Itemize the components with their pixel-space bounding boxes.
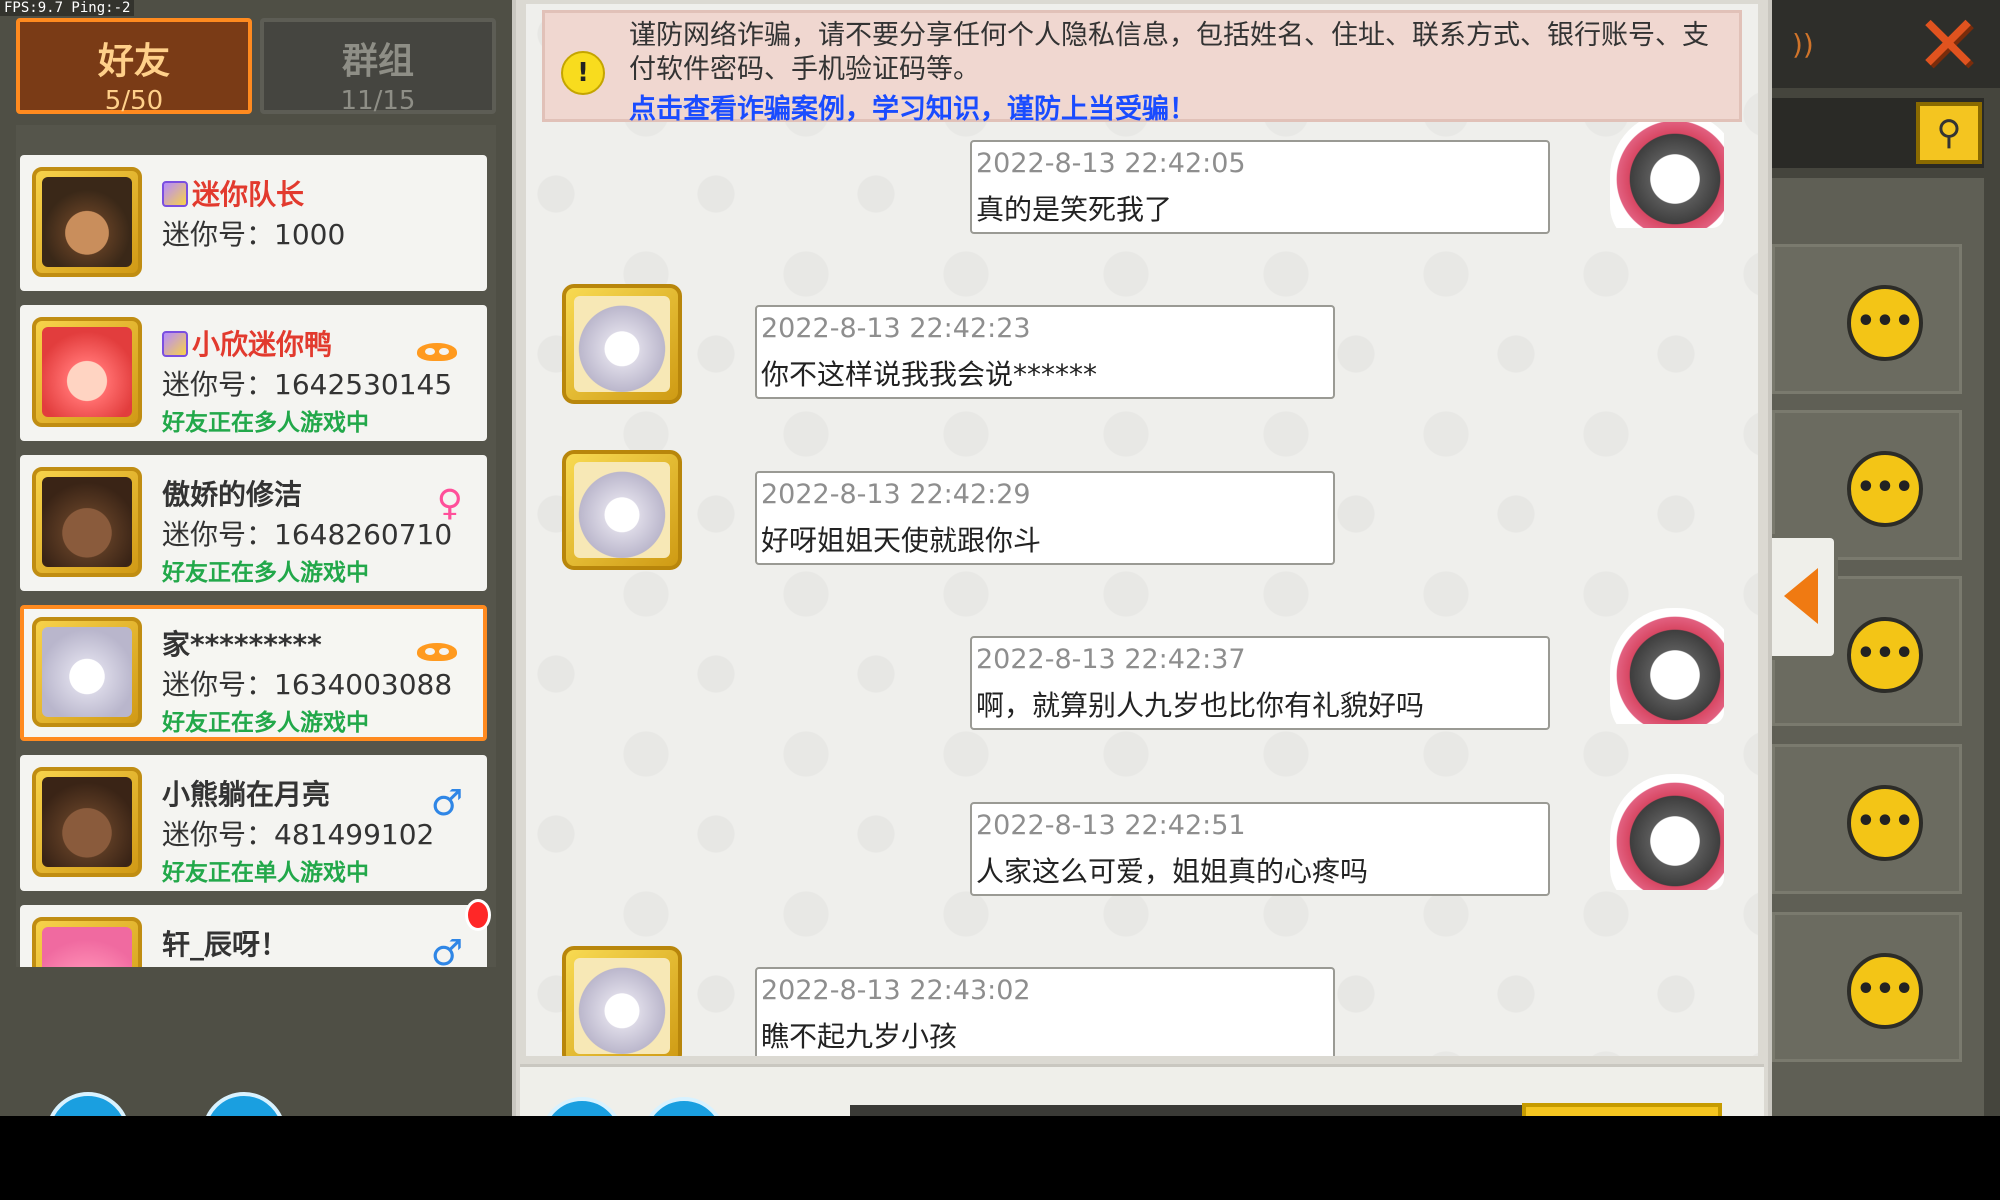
friend-id: 迷你号：1000 — [162, 218, 346, 251]
friend-status: 好友正在多人游戏中 — [162, 560, 369, 586]
close-icon[interactable]: ✕ — [1908, 6, 1988, 86]
message-text: 好呀姐姐天使就跟你斗 — [761, 524, 1042, 557]
emoji-button[interactable] — [540, 1097, 624, 1116]
fraud-warning-banner: ! 谨防网络诈骗，请不要分享任何个人隐私信息，包括姓名、住址、联系方式、银行账号… — [542, 10, 1742, 125]
soldier-avatar[interactable] — [32, 167, 142, 277]
tab-bar: 好友 5/50 群组 11/15 — [16, 18, 496, 118]
message-text: 真的是笑死我了 — [976, 193, 1173, 226]
brown-hair-avatar[interactable] — [32, 467, 142, 577]
tab-friends-label: 好友 — [97, 41, 170, 82]
vip-icon — [162, 181, 188, 207]
message-bubble: 2022-8-13 22:42:23 你不这样说我我会说****** — [755, 305, 1335, 399]
male-icon: ♂ — [430, 933, 463, 967]
tab-groups-label: 群组 — [341, 41, 414, 82]
male-icon: ♂ — [430, 783, 463, 824]
message-time: 2022-8-13 22:42:51 — [976, 810, 1246, 841]
message-text: 人家这么可爱，姐姐真的心疼吗 — [976, 855, 1369, 888]
friends-panel: 好友 5/50 群组 11/15 迷你队长 迷你号：1000 小欣迷你鸭 迷你号… — [0, 0, 512, 1116]
vip-icon — [162, 331, 188, 357]
signal-icon: )) — [1792, 28, 1814, 61]
friend-status: 好友正在单人游戏中 — [162, 860, 369, 886]
search-icon[interactable]: ⚲ — [1916, 102, 1982, 164]
friend-item[interactable]: 傲娇的修洁 ♀ 迷你号：1648260710 好友正在多人游戏中 — [20, 455, 487, 591]
message-text: 你不这样说我我会说****** — [761, 358, 1098, 391]
conversation-item[interactable]: ••• — [1772, 744, 1962, 894]
friend-id: 迷你号：1642530145 — [162, 368, 453, 401]
friend-item[interactable]: 小熊躺在月亮 ♂ 迷你号：481499102 好友正在单人游戏中 — [20, 755, 487, 891]
chat-bubble-icon[interactable]: ••• — [1847, 451, 1923, 527]
friend-name: 小熊躺在月亮 — [162, 778, 331, 811]
warning-text: 谨防网络诈骗，请不要分享任何个人隐私信息，包括姓名、住址、联系方式、银行账号、支… — [629, 20, 1709, 85]
mask-icon — [417, 643, 457, 661]
mask-icon — [417, 343, 457, 361]
my-avatar[interactable] — [1604, 604, 1724, 724]
friend-name: 小欣迷你鸭 — [162, 323, 332, 363]
chat-bubble-icon[interactable]: ••• — [1847, 285, 1923, 361]
friend-item[interactable]: 小欣迷你鸭 迷你号：1642530145 好友正在多人游戏中 — [20, 305, 487, 441]
tab-groups[interactable]: 群组 11/15 — [260, 18, 496, 116]
friend-id: 迷你号：1648260710 — [162, 518, 453, 551]
brown-hair-avatar[interactable] — [32, 767, 142, 877]
chat-bubble-icon[interactable]: ••• — [1847, 953, 1923, 1029]
friend-item-selected[interactable]: 家********* 迷你号：1634003088 好友正在多人游戏中 — [20, 605, 487, 741]
friend-name: 迷你队长 — [162, 173, 304, 213]
message-bubble: 2022-8-13 22:43:02 瞧不起九岁小孩 — [755, 967, 1335, 1056]
friend-avatar[interactable] — [562, 450, 682, 570]
game-screen: FPS:9.7 Ping:-2 好友 5/50 群组 11/15 迷你队长 迷你… — [0, 0, 2000, 1116]
tab-friends-count: 5/50 — [104, 86, 164, 116]
my-avatar[interactable] — [1604, 108, 1724, 228]
friend-status: 好友正在多人游戏中 — [162, 410, 369, 436]
friend-id: 迷你号：1634003088 — [162, 668, 453, 701]
red-hood-avatar[interactable] — [32, 317, 142, 427]
chat-input-bar — [520, 1064, 1764, 1116]
message-time: 2022-8-13 22:42:37 — [976, 644, 1246, 675]
message-time: 2022-8-13 22:42:23 — [761, 313, 1031, 344]
silver-hair-avatar[interactable] — [32, 617, 142, 727]
friend-avatar[interactable] — [562, 946, 682, 1056]
chat-bubble-icon[interactable]: ••• — [1847, 785, 1923, 861]
friend-avatar[interactable] — [562, 284, 682, 404]
chat-panel: 2022-8-13 22:42:05 真的是笑死我了 2022-8-13 22:… — [512, 0, 1772, 1116]
message-bubble: 2022-8-13 22:42:05 真的是笑死我了 — [970, 140, 1550, 234]
right-header: )) ✕ — [1772, 0, 2000, 88]
fps-overlay: FPS:9.7 Ping:-2 — [0, 0, 135, 16]
tab-groups-count: 11/15 — [340, 86, 416, 116]
arrow-left-icon — [1784, 568, 1818, 624]
friend-settings-button[interactable] — [202, 1092, 286, 1116]
friend-status: 好友正在多人游戏中 — [162, 710, 369, 736]
tab-friends[interactable]: 好友 5/50 — [16, 18, 252, 116]
conversation-item[interactable]: ••• — [1772, 244, 1962, 394]
crown-avatar[interactable] — [32, 917, 142, 967]
my-avatar[interactable] — [1604, 770, 1724, 890]
chat-history[interactable]: 2022-8-13 22:42:05 真的是笑死我了 2022-8-13 22:… — [526, 4, 1758, 1056]
message-time: 2022-8-13 22:42:29 — [761, 479, 1031, 510]
chat-bubble-icon[interactable]: ••• — [1847, 617, 1923, 693]
message-text: 瞧不起九岁小孩 — [761, 1020, 958, 1053]
friend-list[interactable]: 迷你队长 迷你号：1000 小欣迷你鸭 迷你号：1642530145 好友正在多… — [16, 125, 496, 967]
message-text: 啊，就算别人九岁也比你有礼貌好吗 — [976, 689, 1425, 722]
friend-item[interactable]: 迷你队长 迷你号：1000 — [20, 155, 487, 291]
friend-id: 迷你号：481499102 — [162, 818, 435, 851]
message-bubble: 2022-8-13 22:42:29 好呀姐姐天使就跟你斗 — [755, 471, 1335, 565]
message-time: 2022-8-13 22:43:02 — [761, 975, 1031, 1006]
message-bubble: 2022-8-13 22:42:51 人家这么可爱，姐姐真的心疼吗 — [970, 802, 1550, 896]
conversation-item[interactable]: ••• — [1772, 912, 1962, 1062]
friend-item[interactable]: 轩_辰呀！ ♂ — [20, 899, 491, 967]
friend-name: 傲娇的修洁 — [162, 478, 303, 511]
warning-icon: ! — [561, 51, 605, 95]
send-button[interactable] — [1522, 1103, 1722, 1116]
notification-dot — [465, 899, 491, 931]
message-time: 2022-8-13 22:42:05 — [976, 148, 1246, 179]
voice-button[interactable] — [642, 1097, 726, 1116]
add-friend-button[interactable] — [46, 1092, 130, 1116]
collapse-panel-button[interactable] — [1772, 534, 1838, 660]
friend-name: 家********* — [162, 628, 322, 661]
friend-name: 轩_辰呀！ — [162, 928, 289, 961]
fraud-cases-link[interactable]: 点击查看诈骗案例，学习知识，谨防上当受骗！ — [629, 87, 1196, 126]
message-bubble: 2022-8-13 22:42:37 啊，就算别人九岁也比你有礼貌好吗 — [970, 636, 1550, 730]
chat-input[interactable] — [850, 1105, 1530, 1116]
